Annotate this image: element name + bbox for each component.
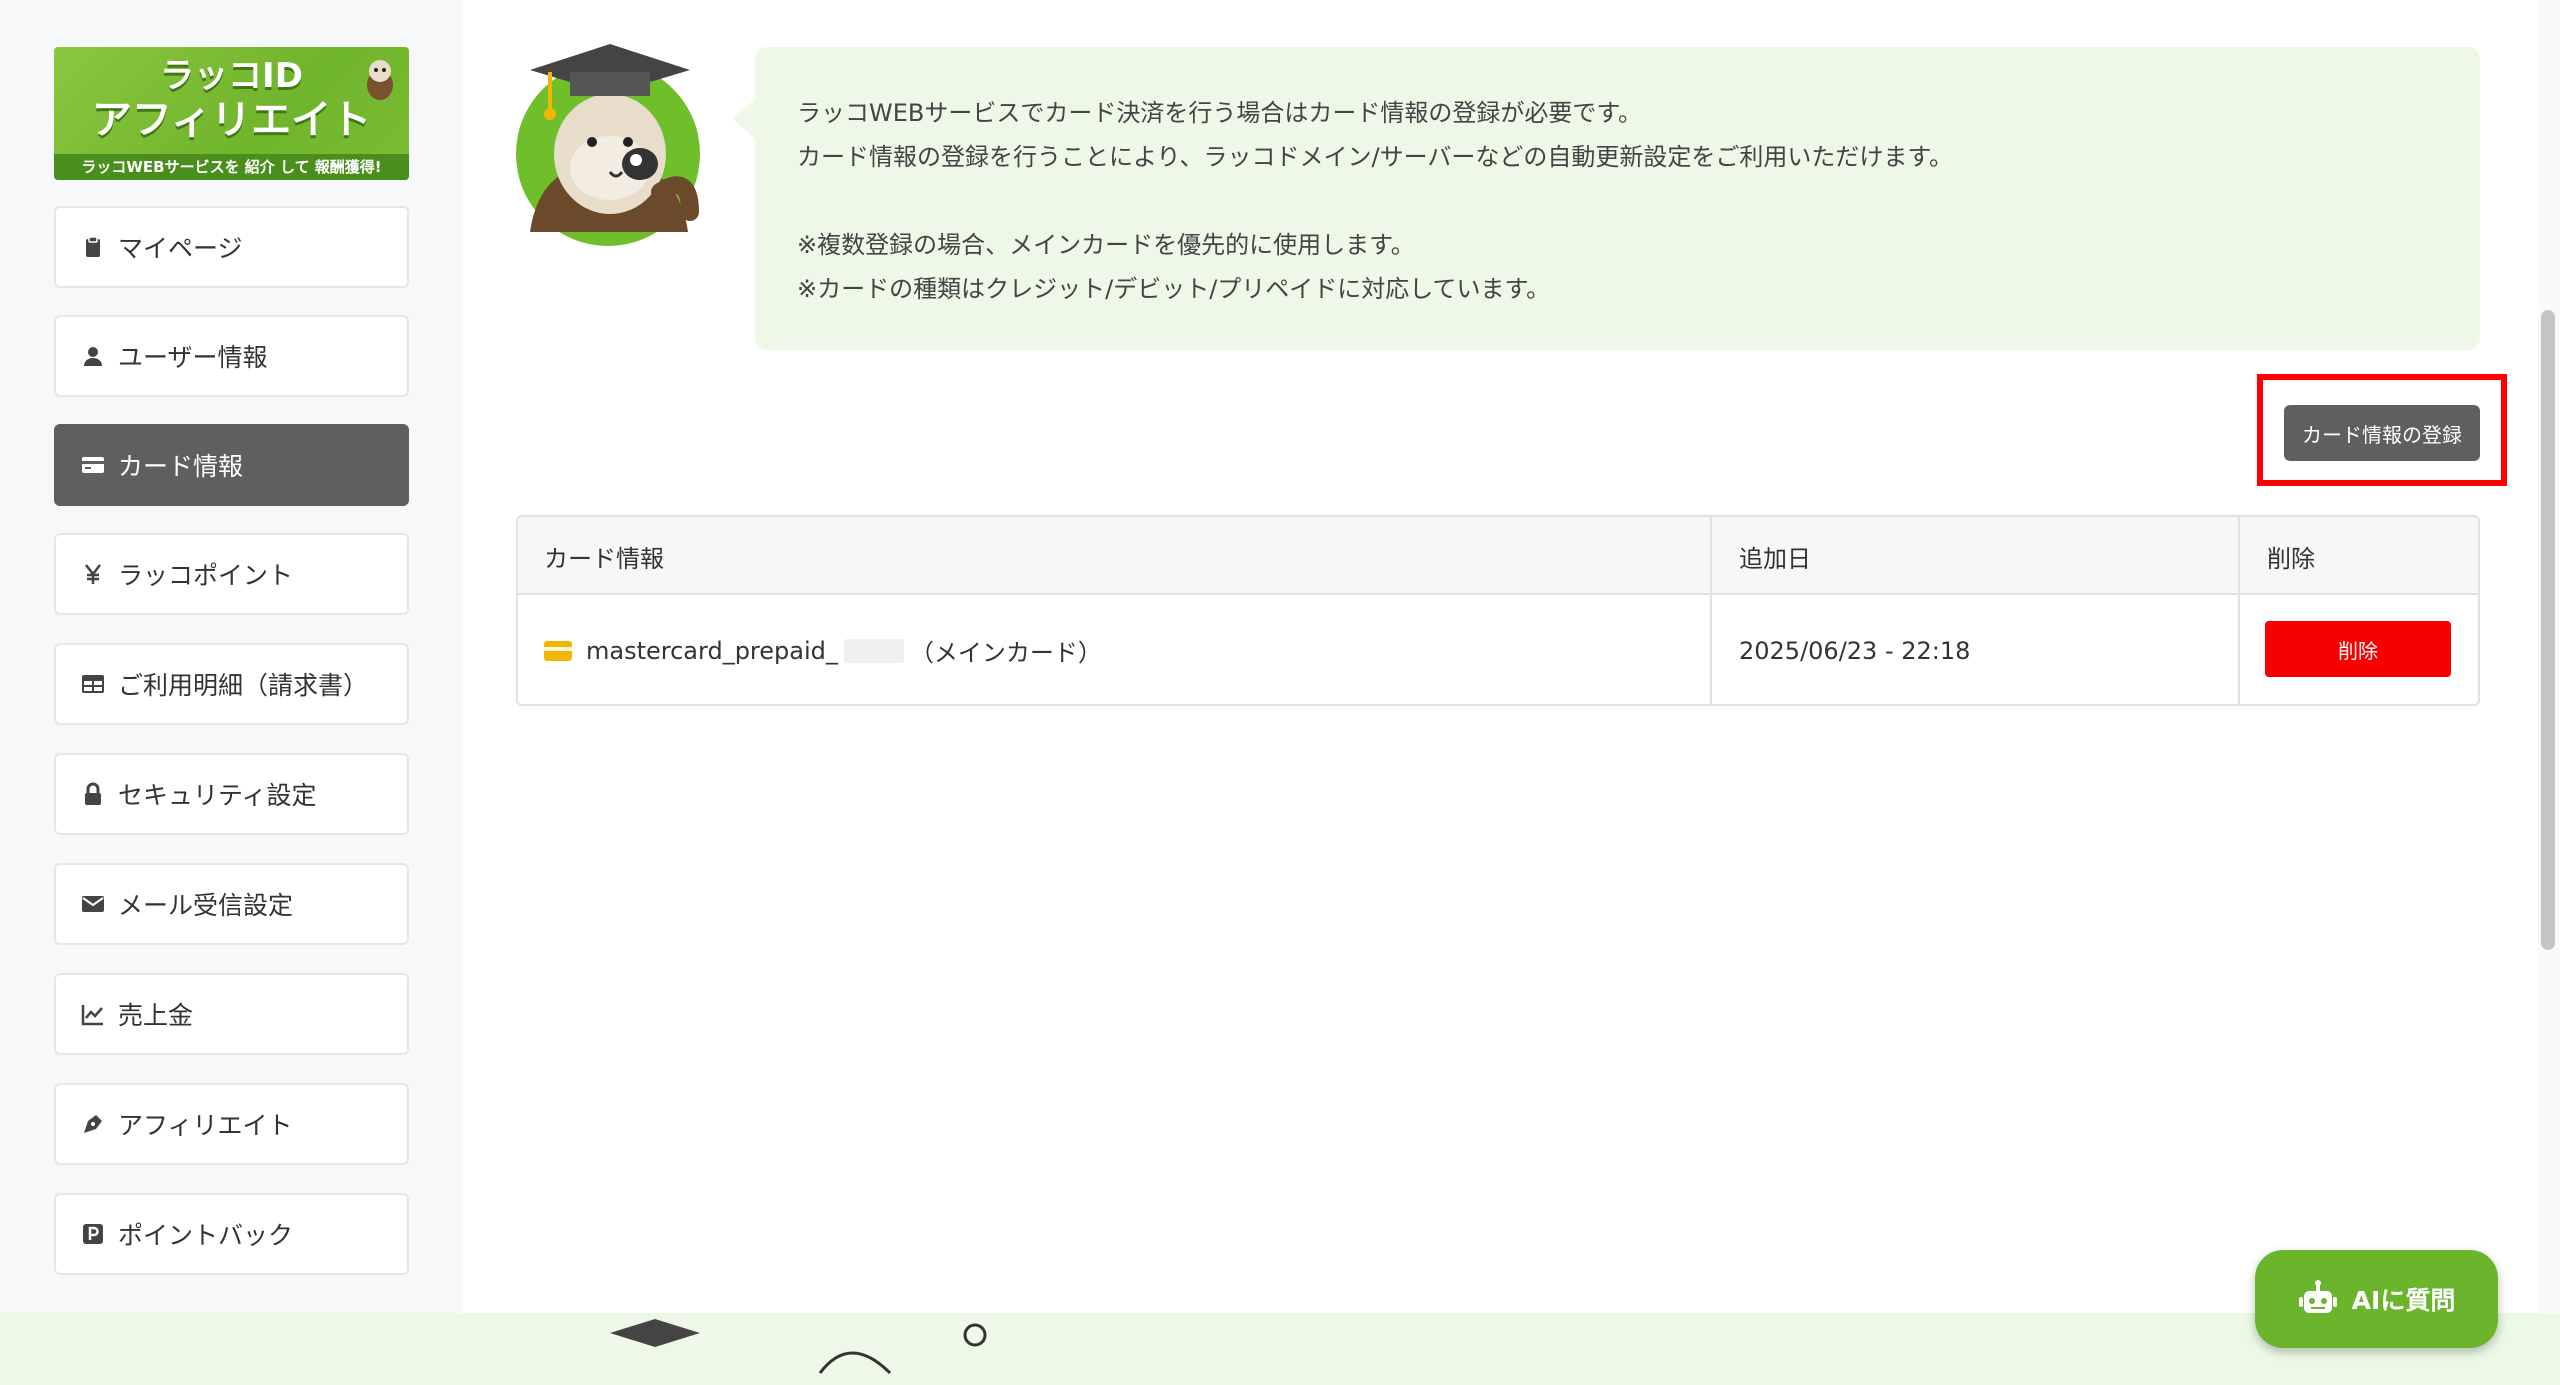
otter-mascot-illustration [516,44,700,246]
user-icon [80,343,106,369]
sidebar-item-label: カード情報 [118,452,244,481]
ai-question-button[interactable]: AIに質問 [2255,1250,2498,1348]
delete-card-button[interactable]: 削除 [2265,621,2451,677]
yen-icon [80,561,106,587]
added-date: 2025/06/23 - 22:18 [1739,636,1971,665]
notice-bubble: ラッコWEBサービスでカード決済を行う場合はカード情報の登録が必要です。 カード… [733,47,2480,350]
notice-line: カード情報の登録を行うことにより、ラッコドメイン/サーバーなどの自動更新設定をご… [797,143,1954,171]
footer-illustration [610,1319,987,1375]
lock-icon [80,781,106,807]
banner-title-line2: アフィリエイト [91,97,372,143]
sidebar-item-user-info[interactable]: ユーザー情報 [54,315,409,397]
column-header-delete: 削除 [2267,544,2315,573]
sidebar-item-card-info[interactable]: カード情報 [54,424,409,506]
affiliate-banner[interactable]: ラッコID アフィリエイト ラッコWEBサービスを 紹介 して 報酬獲得! [54,47,409,180]
table-icon [80,671,106,697]
register-card-button[interactable]: カード情報の登録 [2284,405,2480,461]
banner-tagline: ラッコWEBサービスを 紹介 して 報酬獲得! [54,154,409,180]
masked-card-number [843,638,904,663]
ai-question-label: AIに質問 [2351,1286,2456,1315]
sidebar-item-label: 売上金 [118,1001,194,1030]
footer [0,1313,2560,1385]
envelope-icon [80,891,106,917]
credit-card-icon [80,452,106,478]
table-header [518,517,2478,595]
pen-nib-icon [80,1111,106,1137]
p-square-icon [80,1221,106,1247]
notice-line: ※カードの種類はクレジット/デビット/プリペイドに対応しています。 [797,275,1551,303]
sidebar-item-label: アフィリエイト [118,1111,293,1140]
sidebar: ラッコID アフィリエイト ラッコWEBサービスを 紹介 して 報酬獲得! マイ… [0,0,462,1313]
sidebar-item-label: セキュリティ設定 [118,781,317,810]
sidebar-item-rakko-point[interactable]: ラッコポイント [54,533,409,615]
sidebar-item-label: ご利用明細（請求書） [118,671,369,700]
robot-icon [2298,1280,2337,1313]
card-table: カード情報 追加日 削除 mastercard_prepaid_ （メインカード… [516,515,2480,706]
sidebar-item-label: ラッコポイント [118,561,294,590]
clipboard-icon [80,234,106,260]
sidebar-item-affiliate[interactable]: アフィリエイト [54,1083,409,1165]
credit-card-icon [544,640,572,661]
sidebar-item-label: メール受信設定 [118,891,294,920]
sidebar-item-label: ユーザー情報 [118,343,268,372]
sidebar-item-mypage[interactable]: マイページ [54,206,409,288]
sidebar-item-label: ポイントバック [118,1221,294,1250]
main-card-label: （メインカード） [909,639,1102,667]
notice-line: ラッコWEBサービスでカード決済を行う場合はカード情報の登録が必要です。 [797,99,1642,127]
sidebar-item-point-back[interactable]: ポイントバック [54,1193,409,1275]
scrollbar-thumb[interactable] [2541,310,2555,950]
sidebar-item-billing[interactable]: ご利用明細（請求書） [54,643,409,725]
sidebar-item-security[interactable]: セキュリティ設定 [54,753,409,835]
sidebar-item-mail-settings[interactable]: メール受信設定 [54,863,409,945]
card-name: mastercard_prepaid_ [586,636,838,665]
banner-title-line1: ラッコID [160,56,303,96]
sidebar-item-label: マイページ [118,234,243,263]
sidebar-item-sales[interactable]: 売上金 [54,973,409,1055]
column-header-added-date: 追加日 [1739,544,1811,573]
notice-line: ※複数登録の場合、メインカードを優先的に使用します。 [797,231,1415,259]
otter-mascot-small-icon [367,60,393,100]
table-row: mastercard_prepaid_ （メインカード） [544,595,1102,704]
column-header-card-info: カード情報 [544,544,664,573]
chart-line-icon [80,1001,106,1027]
